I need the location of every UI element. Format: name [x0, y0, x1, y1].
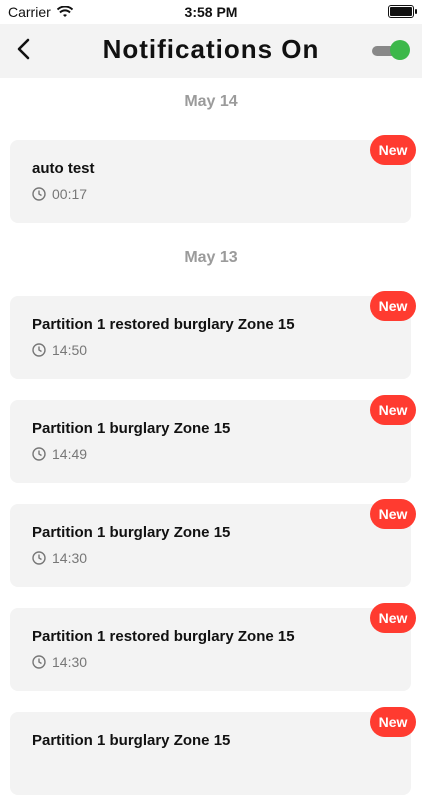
time-row: 14:49	[32, 446, 389, 462]
notification-title: Partition 1 restored burglary Zone 15	[32, 628, 295, 645]
clock-icon	[32, 447, 46, 461]
clock-icon	[32, 343, 46, 357]
date-header: May 14	[184, 93, 238, 110]
date-header: May 13	[184, 249, 238, 266]
new-badge: New	[370, 707, 416, 737]
new-badge: New	[370, 603, 416, 633]
battery-icon	[388, 5, 417, 18]
notification-title: Partition 1 burglary Zone 15	[32, 732, 231, 749]
notification-time: 14:49	[52, 446, 88, 462]
page-title: Notifications On	[102, 34, 320, 64]
notifications-toggle[interactable]	[372, 40, 410, 60]
new-badge: New	[370, 291, 416, 321]
new-badge: New	[370, 135, 416, 165]
clock-icon	[32, 551, 46, 565]
notification-card[interactable]: Partition 1 burglary Zone 15 New	[10, 707, 416, 795]
notification-title: Partition 1 burglary Zone 15	[32, 420, 231, 437]
toggle-thumb	[390, 40, 410, 60]
notification-time: 14:30	[52, 550, 88, 566]
notification-card[interactable]: auto test 00:17 New	[10, 135, 416, 223]
new-badge: New	[370, 499, 416, 529]
time-row: 14:30	[32, 654, 389, 670]
notification-card[interactable]: Partition 1 burglary Zone 15 14:49 New	[10, 395, 416, 483]
notification-time: 14:50	[52, 342, 88, 358]
notification-card[interactable]: Partition 1 burglary Zone 15 14:30 New	[10, 499, 416, 587]
time-row: 14:50	[32, 342, 389, 358]
status-bar: Carrier 3:58 PM	[0, 0, 422, 24]
notification-card[interactable]: Partition 1 restored burglary Zone 15 14…	[10, 603, 416, 691]
new-badge: New	[370, 395, 416, 425]
time-row: 14:30	[32, 550, 389, 566]
notification-time: 14:30	[52, 654, 88, 670]
navigation-bar: Notifications On	[0, 24, 422, 78]
notification-time: 00:17	[52, 186, 88, 202]
time-row: 00:17	[32, 186, 389, 202]
notification-title: Partition 1 restored burglary Zone 15	[32, 316, 295, 333]
clock-icon	[32, 187, 46, 201]
notification-title: Partition 1 burglary Zone 15	[32, 524, 231, 541]
notification-card[interactable]: Partition 1 restored burglary Zone 15 14…	[10, 291, 416, 379]
notification-list[interactable]: May 14 auto test 00:17 New May 13 Partit…	[0, 78, 422, 795]
notification-title: auto test	[32, 160, 95, 177]
status-time: 3:58 PM	[184, 4, 238, 20]
clock-icon	[32, 655, 46, 669]
